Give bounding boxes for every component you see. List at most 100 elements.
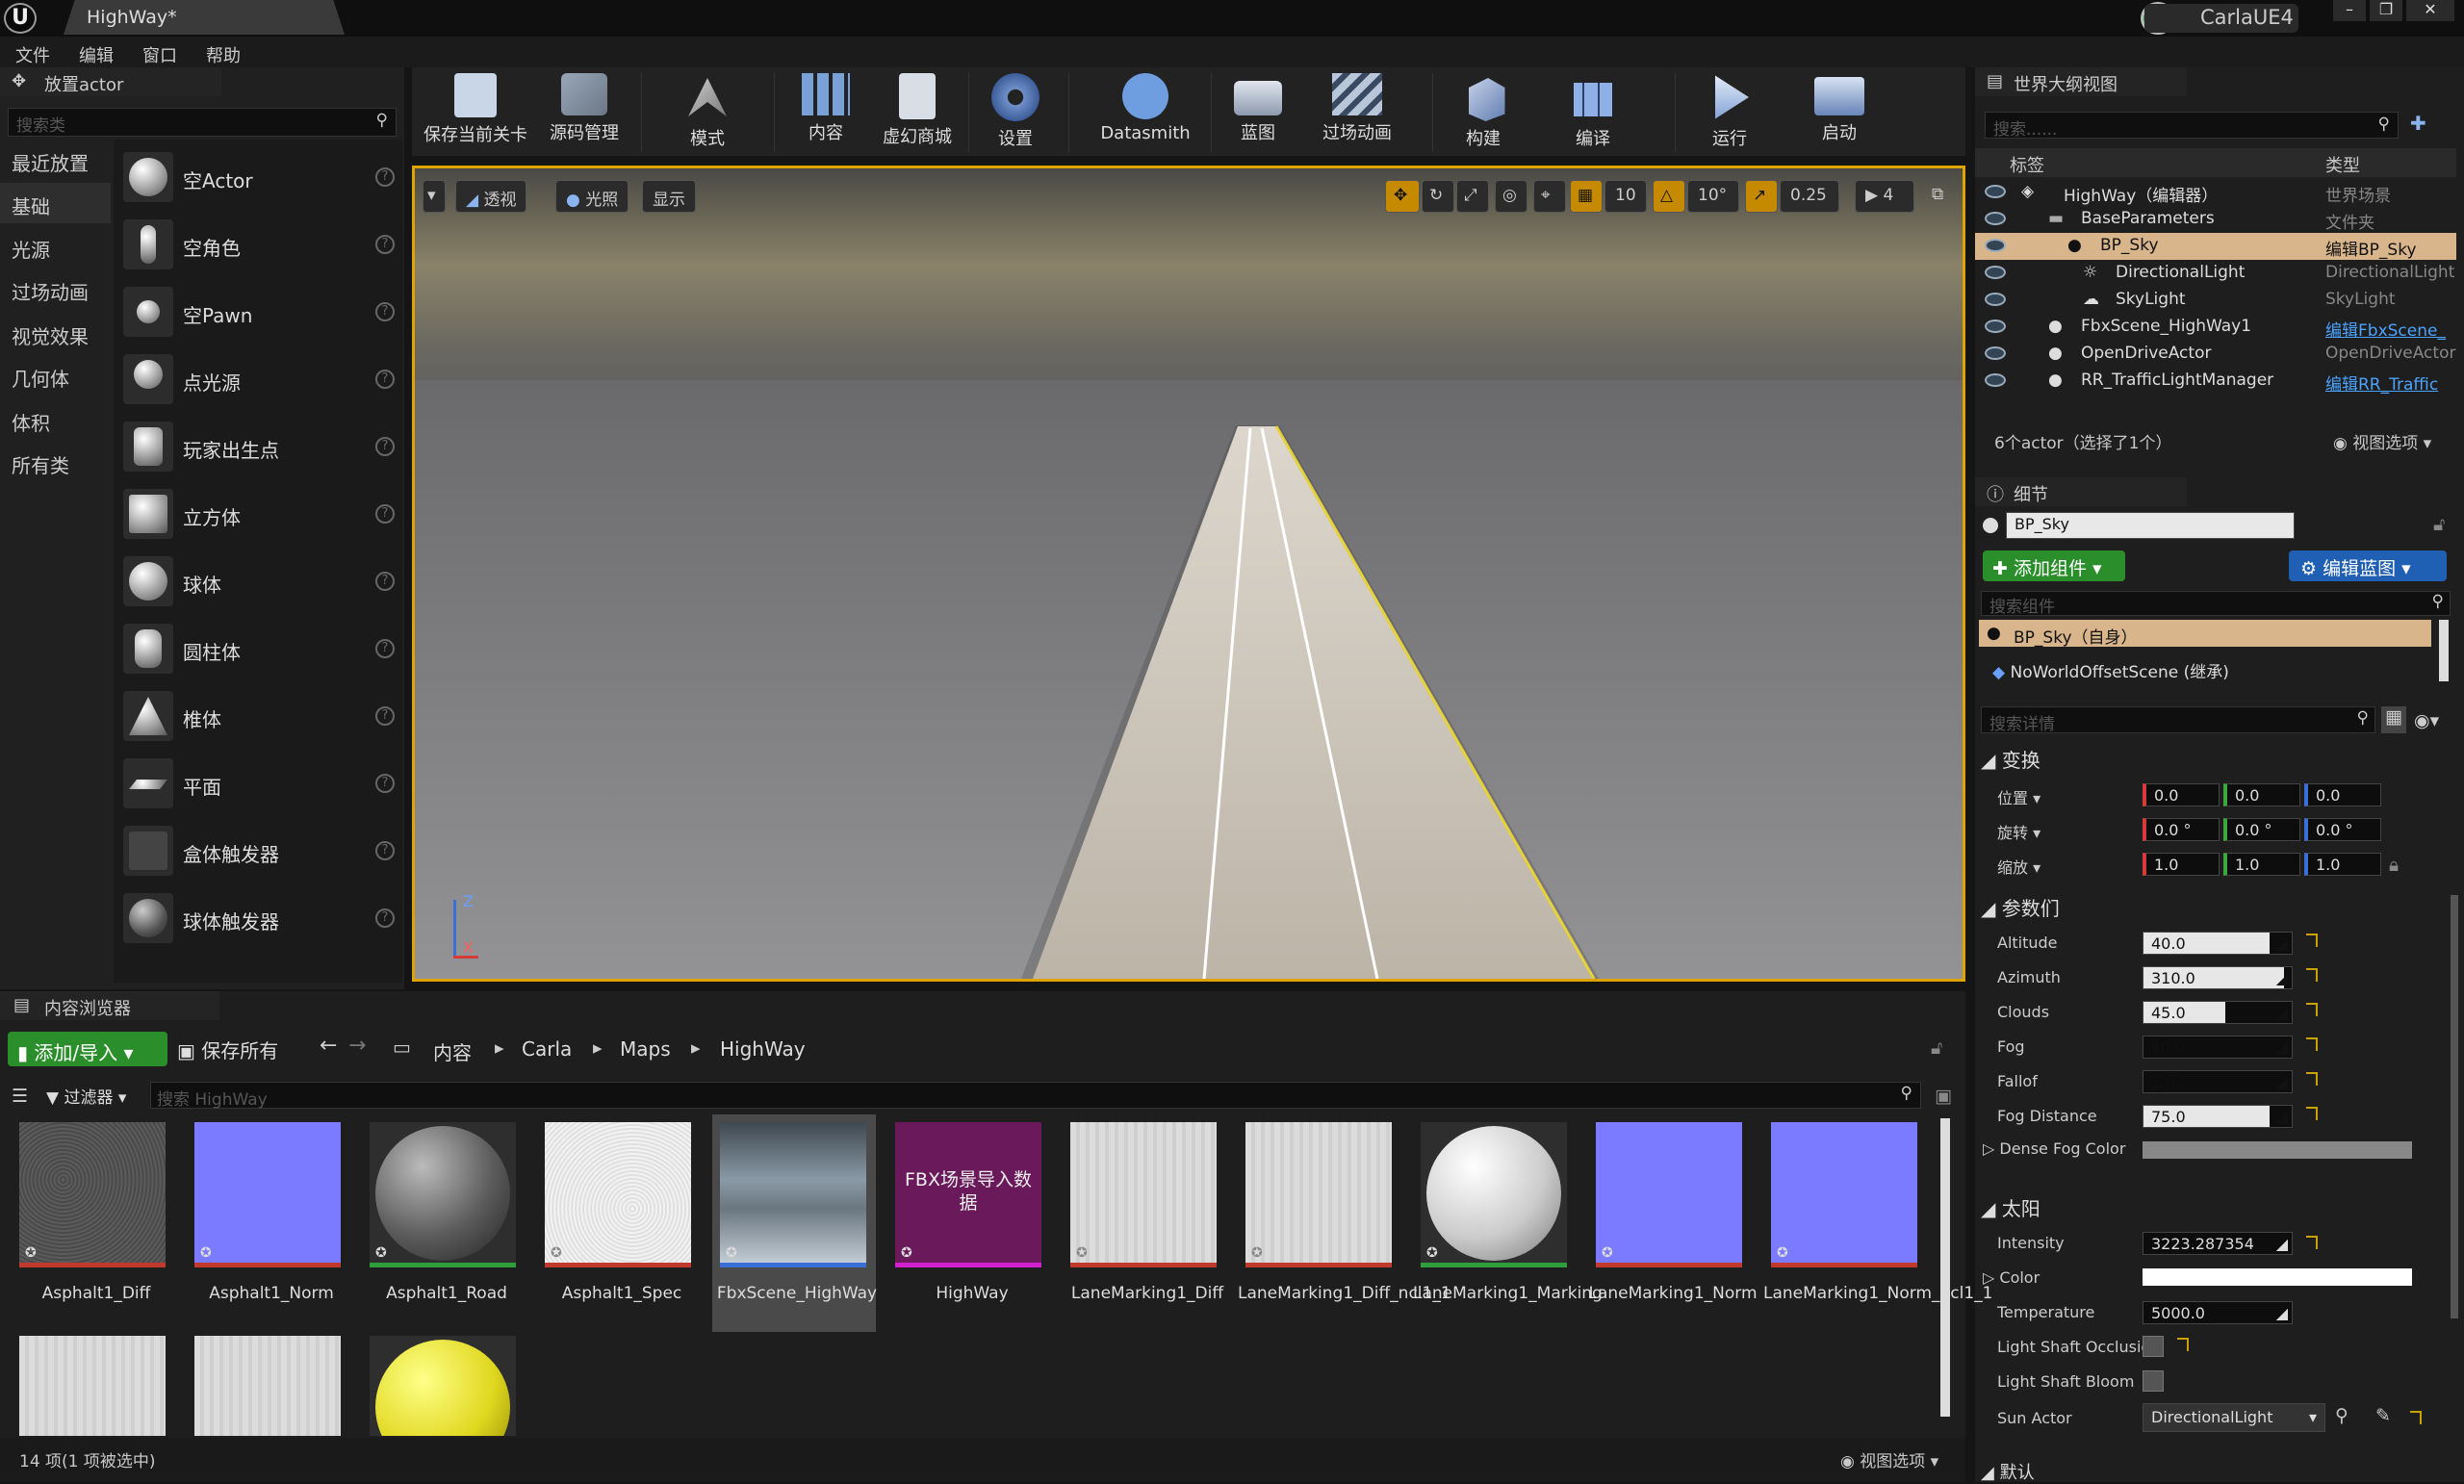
- breadcrumb-maps[interactable]: Maps: [620, 1037, 671, 1061]
- reset-to-default-icon[interactable]: [2306, 1107, 2318, 1120]
- param-slider-field[interactable]: 310.0 ◢: [2143, 966, 2293, 989]
- save-all-button[interactable]: ▣ 保存所有: [177, 1036, 278, 1063]
- rotate-mode-icon[interactable]: ↻: [1422, 180, 1454, 213]
- list-item-empty-character[interactable]: 空角色?: [123, 212, 402, 273]
- list-item-player-start[interactable]: 玩家出生点?: [123, 414, 402, 475]
- source-control-button[interactable]: 源码管理: [541, 67, 628, 156]
- world-outliner-tab[interactable]: ▤ 世界大纲视图: [1975, 67, 2187, 96]
- rotation-snap-value[interactable]: 10°: [1687, 180, 1739, 213]
- reset-to-default-icon[interactable]: [2306, 1236, 2318, 1249]
- class-search-input[interactable]: 搜索类 ⚲: [8, 108, 397, 137]
- scale-label[interactable]: 缩放 ▾: [1997, 855, 2040, 878]
- category-volumes[interactable]: 体积: [12, 408, 50, 436]
- asset-tile[interactable]: ✪ LaneMarking1_Marking: [1413, 1114, 1603, 1332]
- details-search-input[interactable]: 搜索详情 ⚲: [1981, 706, 2375, 734]
- modes-button[interactable]: 模式: [664, 67, 751, 156]
- help-icon[interactable]: ?: [375, 706, 395, 726]
- param-slider-field[interactable]: 40.0 ◢: [2143, 932, 2293, 955]
- scale-y-field[interactable]: 1.0: [2223, 853, 2300, 876]
- column-type-header[interactable]: 类型: [2325, 152, 2360, 177]
- scale-snap-icon[interactable]: ↗: [1745, 180, 1778, 213]
- add-component-button[interactable]: ✚ 添加组件 ▾: [1983, 550, 2125, 581]
- visibility-eye-icon[interactable]: [1985, 373, 2006, 387]
- help-icon[interactable]: ?: [375, 167, 395, 187]
- sources-panel-icon[interactable]: ☰: [12, 1086, 28, 1107]
- outliner-row[interactable]: ● OpenDriveActor OpenDriveActor: [1975, 341, 2456, 368]
- blueprints-button[interactable]: 蓝图: [1215, 67, 1301, 156]
- world-space-icon[interactable]: ◎: [1495, 180, 1527, 213]
- add-actor-icon[interactable]: ✚: [2410, 112, 2445, 139]
- list-item-empty-pawn[interactable]: 空Pawn?: [123, 279, 402, 341]
- asset-tile[interactable]: ✪ Asphalt1_Diff: [12, 1114, 166, 1332]
- settings-button[interactable]: 设置: [972, 67, 1059, 156]
- list-item-empty-actor[interactable]: 空Actor?: [123, 144, 402, 206]
- actor-name-input[interactable]: BP_Sky: [2006, 512, 2295, 539]
- param-slider-field[interactable]: 10.0 ◢: [2143, 1036, 2293, 1059]
- rotation-label[interactable]: 旋转 ▾: [1997, 820, 2040, 843]
- help-icon[interactable]: ?: [375, 302, 395, 321]
- scale-snap-value[interactable]: 0.25: [1780, 180, 1839, 213]
- rotation-x-field[interactable]: 0.0 °: [2143, 818, 2220, 841]
- sun-color-swatch[interactable]: [2143, 1268, 2412, 1286]
- minimize-icon[interactable]: –: [2333, 0, 2366, 21]
- location-z-field[interactable]: 0.0: [2304, 783, 2381, 806]
- help-icon[interactable]: ?: [375, 370, 395, 389]
- reset-to-default-icon[interactable]: [2306, 1003, 2318, 1016]
- category-basic[interactable]: 基础: [0, 183, 111, 223]
- save-level-button[interactable]: 保存当前关卡: [416, 67, 535, 156]
- reset-to-default-icon[interactable]: [2410, 1411, 2422, 1424]
- list-item-box-trigger[interactable]: 盒体触发器?: [123, 818, 402, 880]
- reset-to-default-icon[interactable]: [2306, 968, 2318, 982]
- params-section[interactable]: ◢ 参数们: [1981, 893, 2060, 921]
- viewport-options-dropdown[interactable]: ▾: [423, 180, 446, 213]
- asset-grid-scrollbar[interactable]: [1940, 1118, 1950, 1417]
- launch-button[interactable]: 启动: [1796, 67, 1883, 156]
- outliner-row-type-link[interactable]: 编辑RR_Traffic: [2325, 371, 2438, 395]
- eyedropper-icon[interactable]: ✎: [2375, 1405, 2391, 1426]
- list-item-sphere[interactable]: 球体?: [123, 549, 402, 610]
- help-icon[interactable]: ?: [375, 504, 395, 524]
- breadcrumb-highway[interactable]: HighWay: [720, 1037, 806, 1061]
- asset-tile-selected[interactable]: ✪ FbxScene_HighWay: [712, 1114, 877, 1332]
- scale-z-field[interactable]: 1.0: [2304, 853, 2381, 876]
- help-icon[interactable]: ?: [375, 908, 395, 928]
- cinematics-button[interactable]: 过场动画: [1307, 67, 1407, 156]
- visibility-eye-icon[interactable]: [1985, 266, 2006, 279]
- maximize-viewport-icon[interactable]: ⧉: [1926, 180, 1955, 213]
- help-icon[interactable]: ?: [375, 437, 395, 456]
- asset-tile[interactable]: ✪ Asphalt1_Road: [362, 1114, 516, 1332]
- datasmith-button[interactable]: Datasmith: [1093, 67, 1197, 156]
- category-cinematic[interactable]: 过场动画: [12, 277, 89, 305]
- surface-snap-icon[interactable]: ⌖: [1533, 180, 1566, 213]
- temperature-field[interactable]: 5000.0 ◢: [2143, 1301, 2293, 1324]
- asset-tile[interactable]: ✪ Asphalt1_Spec: [537, 1114, 691, 1332]
- show-button[interactable]: 显示: [642, 180, 696, 213]
- filter-button[interactable]: ▼ 过滤器 ▾: [46, 1084, 126, 1108]
- lit-mode-button[interactable]: ● 光照: [555, 180, 629, 213]
- level-viewport[interactable]: ▾ ◢ 透视 ● 光照 显示 ✥ ↻ ⤢ ◎ ⌖ ▦ 10 △ 10° ↗ 0.…: [412, 166, 1965, 982]
- outliner-row[interactable]: ☼ DirectionalLight DirectionalLight: [1975, 260, 2456, 287]
- lock-icon[interactable]: 🔓︎: [1931, 1037, 1942, 1059]
- help-icon[interactable]: ?: [375, 841, 395, 860]
- category-geometry[interactable]: 几何体: [12, 364, 69, 392]
- reset-to-default-icon[interactable]: [2177, 1338, 2189, 1351]
- compile-button[interactable]: 编译: [1550, 67, 1636, 156]
- component-search-input[interactable]: 搜索组件 ⚲: [1981, 591, 2451, 617]
- transform-section[interactable]: ◢ 变换: [1981, 745, 2040, 773]
- visibility-eye-icon[interactable]: [1985, 346, 2006, 360]
- asset-thumbnail-partial[interactable]: [194, 1336, 341, 1436]
- location-y-field[interactable]: 0.0: [2223, 783, 2300, 806]
- light-shaft-bloom-checkbox[interactable]: [2143, 1370, 2164, 1392]
- category-all-classes[interactable]: 所有类: [12, 450, 69, 478]
- content-button[interactable]: 内容: [782, 67, 870, 156]
- component-list-scrollbar[interactable]: [2439, 620, 2449, 681]
- rotation-snap-icon[interactable]: △: [1653, 180, 1685, 213]
- list-item-cube[interactable]: 立方体?: [123, 481, 402, 543]
- outliner-row[interactable]: ☁ SkyLight SkyLight: [1975, 287, 2456, 314]
- menu-file[interactable]: 文件: [15, 42, 50, 67]
- translate-mode-icon[interactable]: ✥: [1385, 180, 1420, 213]
- param-slider-field[interactable]: 45.0 ◢: [2143, 1001, 2293, 1024]
- maximize-icon[interactable]: ❐: [2370, 0, 2402, 21]
- lock-icon[interactable]: 🔓︎: [2433, 514, 2445, 535]
- visibility-eye-icon[interactable]: [1985, 212, 2006, 225]
